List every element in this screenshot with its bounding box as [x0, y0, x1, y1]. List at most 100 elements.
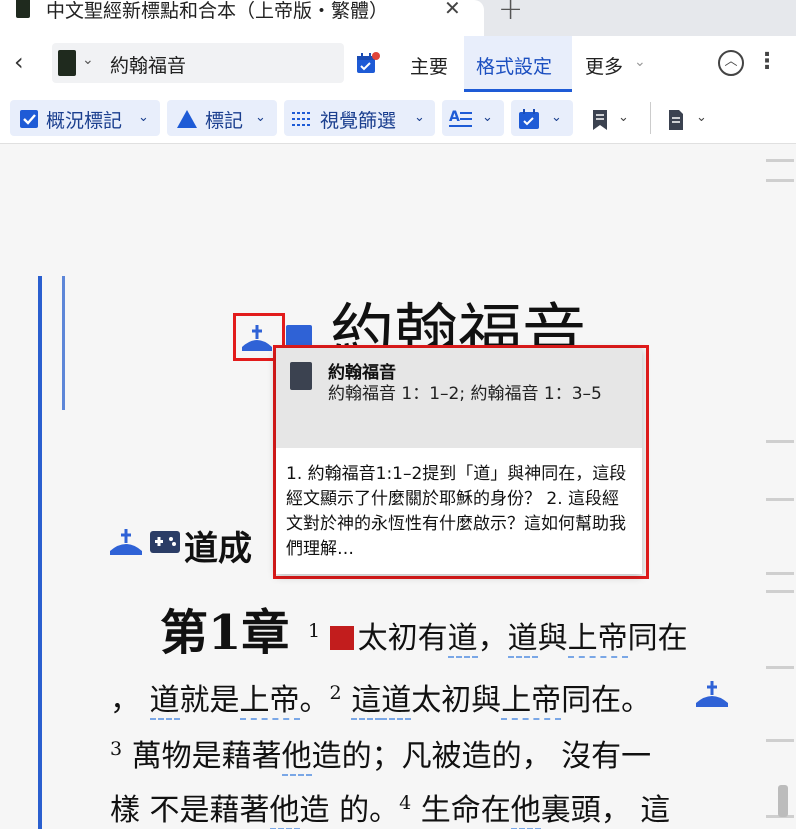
verse-text: 。 [299, 683, 330, 718]
markup-label: 標記 [205, 110, 244, 132]
verse-line-3[interactable]: 3 萬物是藉著他造的；凡被造的， 沒有一 [110, 731, 652, 776]
note-button[interactable]: ⌄ [662, 100, 720, 136]
nav-bar: ‹ ⌄ 約翰福音 主要 格式設定 更多 ⌄ ︿ ⋮ [0, 36, 796, 92]
word-dao[interactable]: 道 [381, 683, 412, 720]
verse-text: 生命在 [420, 793, 511, 828]
anchor-marker-icon[interactable] [108, 527, 144, 557]
verse-text: 太初有 [357, 621, 448, 656]
gamepad-icon[interactable] [149, 528, 181, 556]
verse-text: 萬物是藉著 [131, 739, 282, 774]
text-format-button[interactable]: A ⌄ [442, 100, 504, 136]
resource-title: 約翰福音 [110, 55, 187, 77]
text-format-icon: A [449, 109, 472, 127]
chevron-down-icon: ⌄ [482, 110, 493, 125]
tab-title: 中文聖經新標點和合本（上帝版・繁體） [46, 0, 389, 22]
word-god[interactable]: 上帝 [567, 621, 628, 658]
popup-body: 1. 約翰福音1:1–2提到「道」與神同在，這段經文顯示了什麼關於耶穌的身份？ … [286, 464, 627, 559]
bookmark-button[interactable]: ⌄ [584, 100, 640, 136]
word-dao[interactable]: 道 [447, 621, 478, 658]
verse-text: 造 [299, 793, 330, 828]
visual-filter-label: 視覺篩選 [320, 110, 397, 132]
back-icon[interactable]: ‹ [14, 48, 24, 76]
verse-text: 的。 [339, 793, 400, 828]
format-toolbar: 概況標記 ⌄ 標記 ⌄ 視覺篩選 ⌄ A ⌄ ⌄ ⌄ ⌄ [0, 92, 796, 144]
document-tab[interactable]: 中文聖經新標點和合本（上帝版・繁體） ✕ [0, 0, 484, 36]
scroll-mark[interactable] [766, 666, 794, 669]
verse-text: 樣 [110, 793, 140, 828]
word-dao[interactable]: 道 [149, 683, 180, 720]
verse-text: 這 [640, 793, 671, 828]
chevron-down-icon: ⌄ [551, 110, 562, 125]
new-tab-icon[interactable]: + [498, 0, 523, 27]
word-he[interactable]: 他 [510, 793, 541, 829]
chevron-down-icon: ⌄ [414, 110, 425, 125]
verse-line-1[interactable]: 1 太初有道，道與上帝同在 [308, 613, 688, 658]
verse-line-2[interactable]: ， 道就是上帝。2 這道太初與上帝同在。 [110, 675, 652, 720]
chevron-down-icon: ⌄ [138, 110, 149, 125]
reading-plan-calendar-icon[interactable] [354, 51, 380, 77]
resource-selector[interactable]: ⌄ 約翰福音 [52, 43, 344, 83]
reading-plan-button[interactable]: ⌄ [511, 100, 573, 136]
popup-header[interactable]: 約翰福音 約翰福音 1：1–2; 約翰福音 1：3–5 [276, 348, 642, 448]
verse-text: 與 [537, 621, 568, 656]
chevron-down-icon: ⌄ [255, 110, 266, 125]
scroll-mark[interactable] [766, 498, 794, 501]
chevron-down-icon[interactable]: ⌄ [634, 54, 646, 70]
tab-bar: 中文聖經新標點和合本（上帝版・繁體） ✕ + [0, 0, 796, 36]
word-he[interactable]: 他 [269, 793, 300, 829]
verse-text: 不是藉著 [149, 793, 270, 828]
scroll-mark[interactable] [766, 440, 794, 443]
word-dao[interactable]: 道 [507, 621, 538, 658]
scroll-mark[interactable] [766, 739, 794, 742]
scroll-mark[interactable] [766, 590, 794, 593]
collapse-ribbon-icon[interactable]: ︿ [718, 50, 744, 76]
overview-markup-button[interactable]: 概況標記 ⌄ [10, 100, 160, 136]
close-tab-icon[interactable]: ✕ [444, 0, 461, 20]
verse-text: 同在 [627, 621, 688, 656]
bible-text-pane[interactable]: 約翰福音 道成 第1章 1 太初有道，道與上帝同在 ， 道就是上帝。2 這道太初… [0, 145, 796, 829]
verse-text: ， [477, 621, 508, 656]
popup-references[interactable]: 約翰福音 1：1–2; 約翰福音 1：3–5 [328, 382, 618, 406]
folder-icon[interactable] [286, 325, 312, 347]
scroll-mark[interactable] [766, 179, 794, 182]
chapter-heading: 第1章 [160, 605, 290, 661]
verse-bookmark-icon[interactable] [329, 626, 354, 650]
more-options-icon[interactable]: ⋮ [756, 49, 778, 74]
document-icon [290, 362, 312, 390]
verse-number: 1 [308, 620, 321, 642]
title-margin-bar [62, 276, 65, 410]
verse-number: 2 [329, 682, 342, 704]
tab-more[interactable]: 更多 [585, 52, 623, 79]
scrollbar-thumb[interactable] [778, 785, 788, 817]
word-god[interactable]: 上帝 [239, 683, 300, 720]
word-god[interactable]: 上帝 [501, 683, 562, 720]
tab-format-settings[interactable]: 格式設定 [476, 52, 552, 79]
chevron-down-icon: ⌄ [618, 110, 629, 125]
word-he[interactable]: 他 [281, 739, 312, 776]
overview-markup-label: 概況標記 [46, 110, 123, 132]
verse-text: 造的；凡被造的， [311, 739, 552, 774]
verse-text: ， [110, 683, 140, 718]
anchor-popup[interactable]: 約翰福音 約翰福音 1：1–2; 約翰福音 1：3–5 1. 約翰福音1:1–2… [276, 348, 642, 574]
section-title: 道成 [184, 529, 252, 569]
chevron-down-icon[interactable]: ⌄ [82, 52, 94, 68]
anchor-marker-icon[interactable] [694, 679, 730, 709]
markup-button[interactable]: 標記 ⌄ [167, 100, 277, 136]
verse-text: 同在。 [561, 683, 652, 718]
scroll-mark[interactable] [766, 572, 794, 575]
popup-title[interactable]: 約翰福音 [328, 358, 396, 383]
tab-main[interactable]: 主要 [410, 52, 448, 79]
verse-text: 太初與 [411, 683, 502, 718]
verse-text: 沒有一 [561, 739, 652, 774]
verse-line-4[interactable]: 樣 不是藉著他造 的。4 生命在他裏頭， 這 [110, 785, 670, 829]
calendar-icon [519, 109, 539, 129]
visual-filter-button[interactable]: 視覺篩選 ⌄ [284, 100, 435, 136]
word-this[interactable]: 這 [351, 683, 382, 720]
scroll-mark[interactable] [766, 159, 794, 162]
book-icon [58, 50, 76, 76]
section-margin-bar [38, 276, 42, 829]
verse-number: 4 [399, 792, 412, 814]
chevron-down-icon: ⌄ [696, 110, 707, 125]
filter-icon [292, 112, 312, 126]
note-icon [669, 110, 683, 130]
